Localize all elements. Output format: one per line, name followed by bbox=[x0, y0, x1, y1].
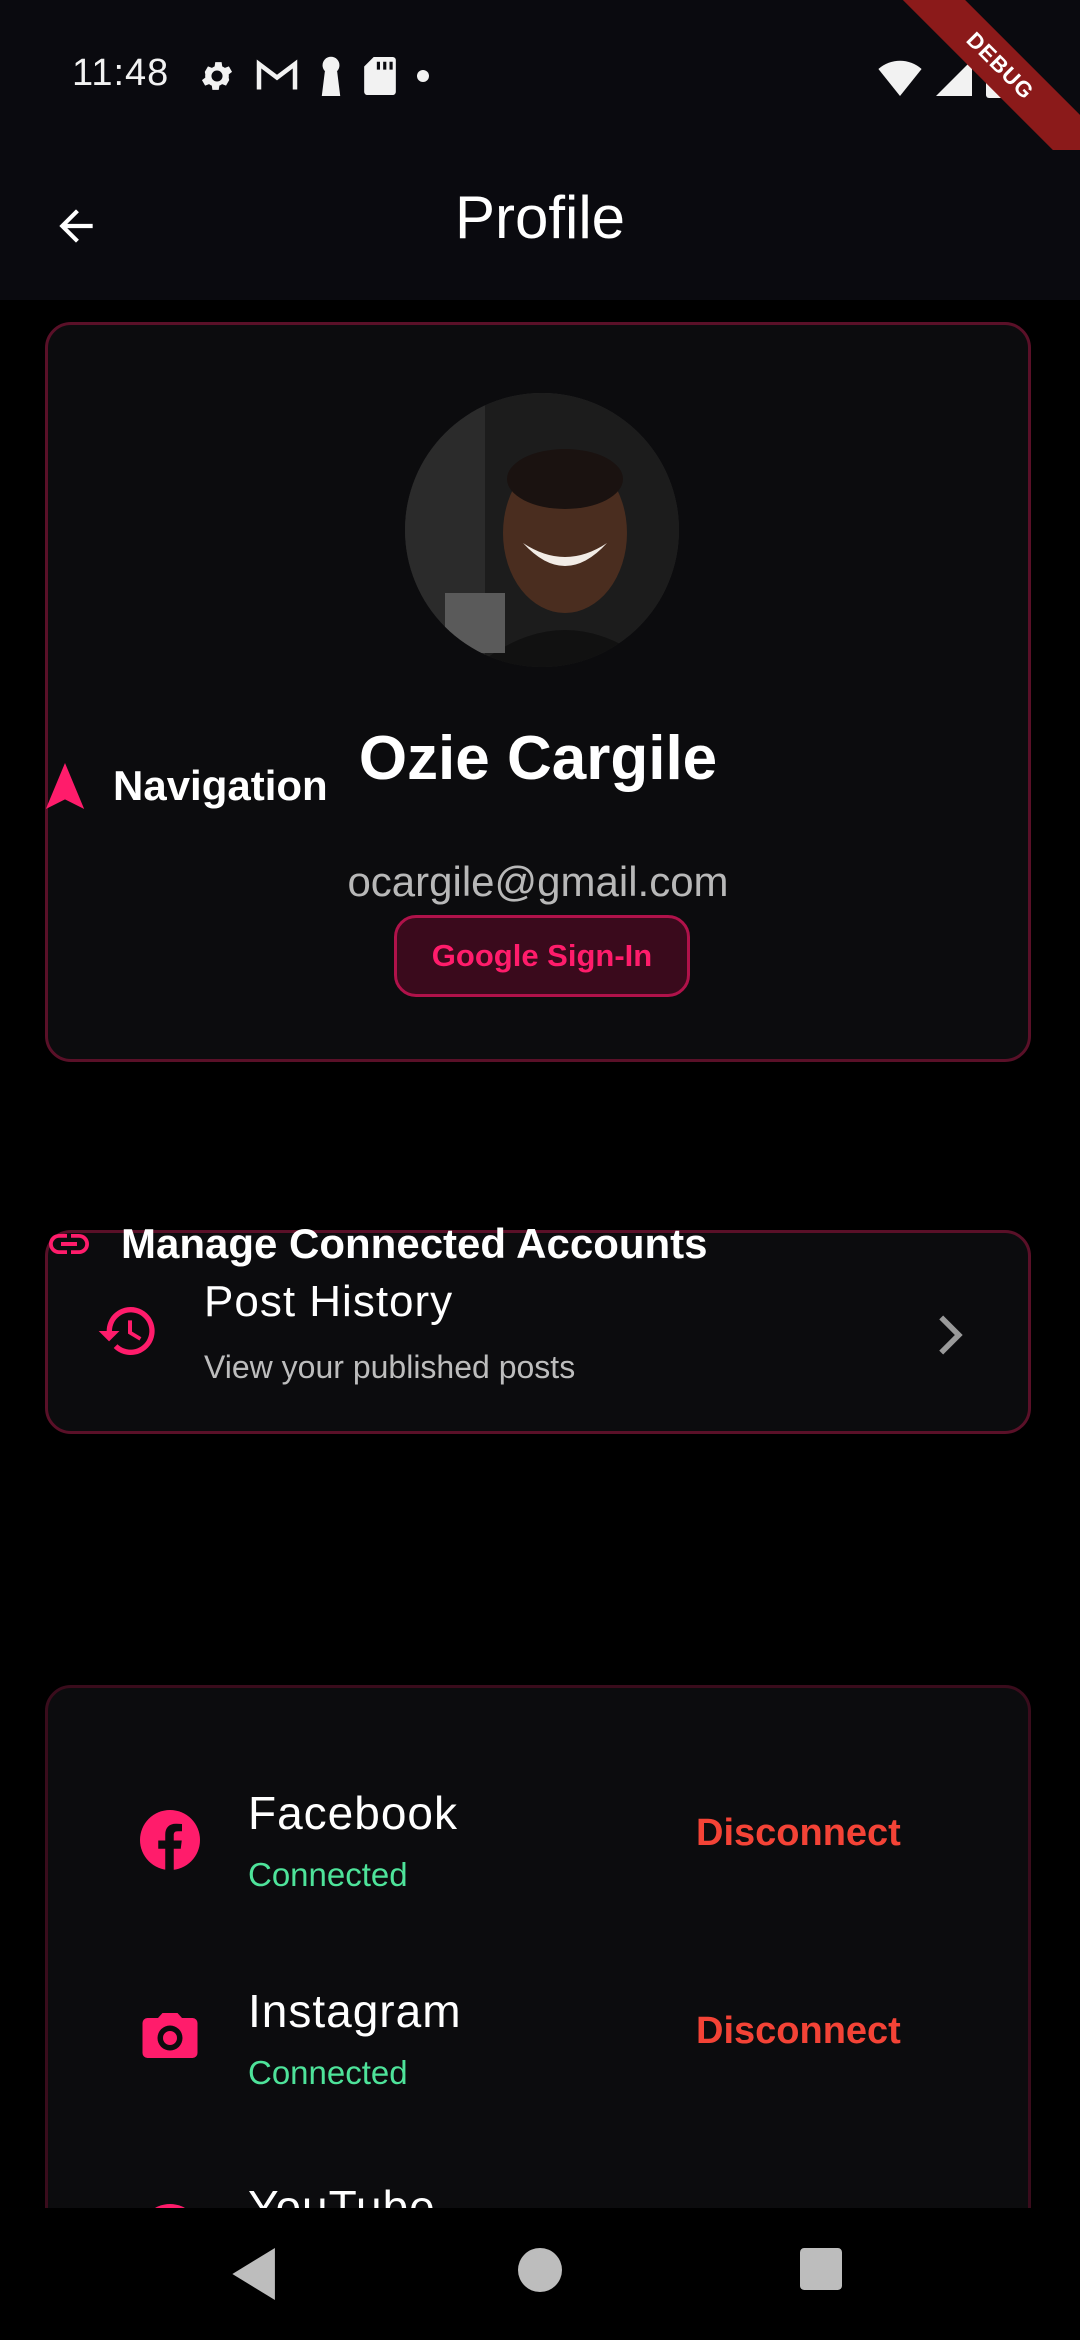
page-title: Profile bbox=[454, 184, 626, 251]
post-history-title: Post History bbox=[204, 1277, 454, 1326]
disconnect-instagram-button[interactable]: Disconnect bbox=[696, 2010, 901, 2053]
home-circle-icon[interactable] bbox=[518, 2248, 562, 2297]
system-navigation-bar bbox=[0, 2208, 1080, 2340]
gmail-icon bbox=[256, 59, 298, 90]
navigation-section-header: Navigation bbox=[45, 762, 328, 810]
back-triangle-icon[interactable] bbox=[232, 2248, 280, 2305]
sign-in-method-badge: Google Sign-In bbox=[394, 915, 690, 997]
account-status: Connected bbox=[248, 2054, 408, 2091]
accounts-section-header: Manage Connected Accounts bbox=[45, 1220, 708, 1268]
account-row-youtube: YouTube bbox=[48, 2166, 1028, 2208]
recents-square-icon[interactable] bbox=[800, 2248, 842, 2295]
camera-icon bbox=[140, 2008, 200, 2068]
status-bar: 11:48 DEBUG bbox=[0, 0, 1080, 188]
status-icons-left bbox=[198, 56, 430, 96]
avatar bbox=[405, 393, 679, 667]
settings-icon bbox=[201, 62, 233, 90]
signal-icon bbox=[936, 60, 972, 96]
avatar-photo bbox=[405, 393, 679, 667]
keyhole-icon bbox=[321, 56, 341, 96]
link-icon bbox=[49, 1234, 89, 1254]
chevron-right-icon bbox=[932, 1313, 968, 1362]
account-row-instagram: Instagram Connected Disconnect bbox=[48, 1970, 1028, 2120]
profile-card: Ozie Cargile ocargile@gmail.com Google S… bbox=[45, 322, 1031, 1062]
disconnect-facebook-button[interactable]: Disconnect bbox=[696, 1812, 901, 1855]
accounts-section-title: Manage Connected Accounts bbox=[121, 1220, 708, 1267]
account-name: YouTube bbox=[248, 2181, 436, 2208]
account-row-facebook: Facebook Connected Disconnect bbox=[48, 1772, 1028, 1922]
connected-accounts-card: Facebook Connected Disconnect Instagram … bbox=[45, 1685, 1031, 2208]
history-icon bbox=[96, 1299, 160, 1368]
facebook-icon bbox=[140, 1810, 200, 1870]
post-history-subtitle: View your published posts bbox=[204, 1349, 576, 1385]
profile-content[interactable]: Ozie Cargile ocargile@gmail.com Google S… bbox=[0, 300, 1080, 2208]
app-bar: Profile bbox=[0, 150, 1080, 300]
profile-email: ocargile@gmail.com bbox=[347, 858, 729, 905]
navigation-section-title: Navigation bbox=[113, 762, 328, 809]
status-time: 11:48 bbox=[72, 52, 170, 94]
sign-in-method-label: Google Sign-In bbox=[431, 938, 653, 973]
screen: 11:48 DEBUG Profile Ozie Cargile ocargil… bbox=[0, 0, 1080, 2340]
dot-icon bbox=[417, 70, 429, 82]
sd-card-icon bbox=[364, 57, 396, 95]
account-name: Facebook bbox=[248, 1787, 459, 1839]
navigation-arrow-icon bbox=[45, 763, 85, 809]
account-status: Connected bbox=[248, 1856, 408, 1893]
account-name: Instagram bbox=[248, 1985, 462, 2037]
wifi-icon bbox=[878, 60, 922, 96]
